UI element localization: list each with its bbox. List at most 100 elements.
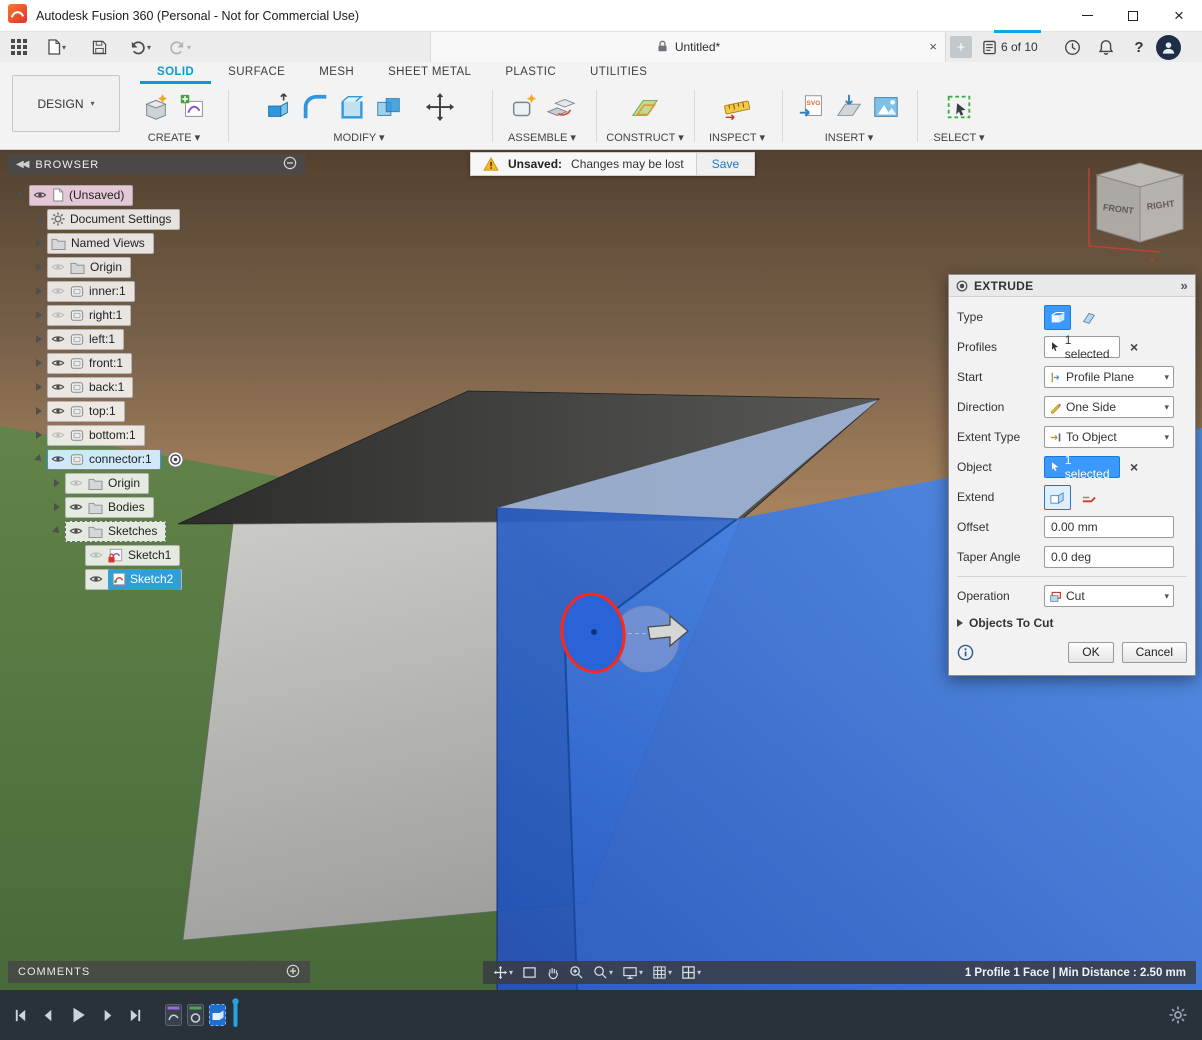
highlighted-item[interactable]: Sketch2 (108, 569, 181, 590)
collapse-arrow-icon[interactable] (34, 454, 44, 464)
activate-radio-icon[interactable] (167, 451, 184, 468)
timeline-step-forward-button[interactable] (100, 1008, 115, 1023)
group-label-modify[interactable]: MODIFY ▾ (233, 131, 485, 144)
viewport[interactable]: FRONT RIGHT x Unsaved: Changes may be lo… (0, 150, 1202, 990)
collapse-arrow-icon[interactable] (52, 526, 62, 536)
tab-utilities[interactable]: UTILITIES (573, 62, 664, 84)
browser-item-origin[interactable]: Origin (36, 256, 131, 278)
create-form-icon[interactable] (141, 92, 171, 122)
cancel-button[interactable]: Cancel (1122, 642, 1187, 663)
visibility-eye-icon[interactable] (89, 549, 103, 561)
combine-icon[interactable] (374, 92, 404, 122)
expand-arrow-icon[interactable] (36, 311, 42, 319)
browser-item-sketch1[interactable]: Sketch1 (74, 544, 180, 566)
timeline-step-back-button[interactable] (41, 1008, 56, 1023)
measure-icon[interactable] (722, 92, 752, 122)
minimize-button[interactable] (1064, 0, 1110, 31)
visibility-eye-icon[interactable] (89, 573, 103, 585)
tab-surface[interactable]: SURFACE (211, 62, 302, 84)
browser-item-top-1[interactable]: top:1 (36, 400, 125, 422)
zoom-icon[interactable]: ▾ (593, 965, 613, 980)
operation-dropdown[interactable]: Cut▾ (1044, 585, 1174, 607)
expand-arrow-icon[interactable] (36, 239, 42, 247)
type-thin-button[interactable] (1075, 305, 1102, 330)
help-icon[interactable]: ? (1124, 32, 1154, 62)
timeline-settings-gear-icon[interactable] (1169, 1006, 1187, 1024)
offset-input[interactable]: 0.00 mm (1044, 516, 1174, 538)
pan-hand-icon[interactable] (546, 965, 560, 980)
visibility-eye-icon[interactable] (51, 381, 65, 393)
expand-arrow-icon[interactable] (36, 407, 42, 415)
profiles-clear-icon[interactable]: × (1130, 339, 1138, 355)
visibility-eye-icon[interactable] (69, 501, 83, 513)
timeline-extrude-feature[interactable] (209, 1004, 226, 1026)
object-selection-field[interactable]: 1 selected (1044, 456, 1120, 478)
new-component-icon[interactable] (509, 92, 539, 122)
visibility-eye-icon[interactable] (69, 525, 83, 537)
press-pull-icon[interactable] (263, 92, 293, 122)
undo-icon[interactable]: ▾ (124, 34, 156, 60)
display-settings-icon[interactable]: ▾ (622, 966, 643, 980)
visibility-eye-icon[interactable] (69, 477, 83, 489)
fit-view-icon[interactable] (522, 966, 537, 979)
expand-arrow-icon[interactable] (36, 359, 42, 367)
browser-item-connector-1[interactable]: connector:1 (36, 448, 184, 470)
expand-arrow-icon[interactable] (36, 383, 42, 391)
warning-save-button[interactable]: Save (697, 152, 755, 176)
object-clear-icon[interactable]: × (1130, 459, 1138, 475)
redo-icon[interactable]: ▾ (164, 34, 196, 60)
save-icon[interactable] (87, 34, 112, 60)
collapse-arrow-icon[interactable] (16, 190, 26, 200)
direction-dropdown[interactable]: One Side▾ (1044, 396, 1174, 418)
browser-item-right-1[interactable]: right:1 (36, 304, 131, 326)
visibility-eye-icon[interactable] (51, 405, 65, 417)
objects-to-cut-section[interactable]: Objects To Cut (957, 611, 1187, 635)
extrude-dialog-header[interactable]: EXTRUDE » (949, 275, 1195, 297)
collapse-panel-icon[interactable]: ◀◀ (16, 159, 27, 170)
visibility-eye-icon[interactable] (51, 429, 65, 441)
comments-bar[interactable]: COMMENTS (8, 961, 310, 983)
insert-svg-icon[interactable]: SVG (797, 92, 827, 122)
maximize-button[interactable] (1110, 0, 1156, 31)
tab-plastic[interactable]: PLASTIC (488, 62, 573, 84)
fillet-icon[interactable] (300, 92, 330, 122)
timeline-sketch1-feature[interactable] (165, 1004, 182, 1026)
browser-item-inner-1[interactable]: inner:1 (36, 280, 135, 302)
browser-item-left-1[interactable]: left:1 (36, 328, 124, 350)
browser-item-front-1[interactable]: front:1 (36, 352, 132, 374)
browser-item-sketch2[interactable]: Sketch2 (74, 568, 182, 590)
browser-item-unsaved[interactable]: (Unsaved) (18, 184, 133, 206)
browser-header[interactable]: ◀◀ BROWSER (8, 154, 305, 175)
shell-icon[interactable] (337, 92, 367, 122)
extent-type-dropdown[interactable]: To Object▾ (1044, 426, 1174, 448)
browser-item-named-views[interactable]: Named Views (36, 232, 154, 254)
visibility-eye-icon[interactable] (51, 261, 65, 273)
viewports-icon[interactable]: ▾ (681, 965, 701, 980)
decal-icon[interactable] (834, 92, 864, 122)
expand-arrow-icon[interactable] (54, 503, 60, 511)
expand-arrow-icon[interactable] (54, 479, 60, 487)
move-copy-icon[interactable] (425, 92, 455, 122)
new-tab-button[interactable]: + (950, 36, 972, 58)
taper-angle-input[interactable]: 0.0 deg (1044, 546, 1174, 568)
grid-snaps-icon[interactable]: ▾ (652, 965, 672, 980)
group-label-insert[interactable]: INSERT ▾ (788, 131, 910, 144)
expand-arrow-icon[interactable] (36, 287, 42, 295)
browser-item-document-settings[interactable]: Document Settings (36, 208, 180, 230)
document-tab[interactable]: Untitled* × (430, 32, 946, 62)
visibility-eye-icon[interactable] (51, 357, 65, 369)
info-icon[interactable] (957, 644, 974, 661)
ok-button[interactable]: OK (1068, 642, 1113, 663)
timeline-go-to-start-button[interactable] (13, 1008, 28, 1023)
minimize-panel-icon[interactable] (283, 156, 297, 173)
sketch-center-point[interactable] (591, 629, 597, 635)
user-avatar[interactable] (1156, 35, 1181, 60)
expand-arrow-icon[interactable] (36, 335, 42, 343)
group-label-create[interactable]: CREATE ▾ (128, 131, 220, 144)
browser-item-origin[interactable]: Origin (54, 472, 149, 494)
expand-comments-icon[interactable] (286, 964, 300, 981)
extension-clock-icon[interactable] (1057, 32, 1087, 62)
file-menu-icon[interactable]: ▾ (42, 34, 71, 60)
zoom-in-icon[interactable] (569, 965, 584, 980)
expand-arrow-icon[interactable] (36, 263, 42, 271)
